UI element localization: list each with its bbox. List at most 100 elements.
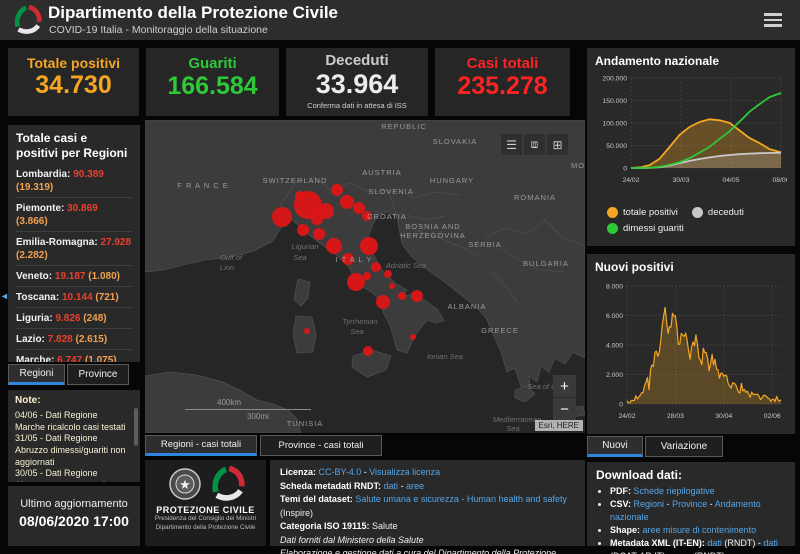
legend-dot-icon	[692, 207, 703, 218]
last-update-label: Ultimo aggiornamento	[8, 498, 140, 510]
nuovi-positivi-chart[interactable]: 02.0004.0006.0008.00024/0228/0330/0402/0…	[595, 276, 787, 426]
download-dati-panel: Download dati: PDF: Schede riepilogative…	[587, 462, 795, 546]
tab-label: Province	[79, 369, 118, 380]
link[interactable]: Salute umana e sicurezza - Human health …	[355, 494, 567, 504]
svg-text:4.000: 4.000	[606, 343, 623, 350]
collapse-panel-icon[interactable]: ◄	[0, 291, 9, 301]
zoom-in-button[interactable]: +	[553, 375, 576, 398]
region-row[interactable]: Emilia-Romagna: 27.928 (2.282)	[16, 231, 132, 265]
protezione-civile-emblem-icon	[209, 466, 245, 502]
region-row[interactable]: Lazio: 7.828 (2.615)	[16, 328, 132, 349]
svg-text:F R A N C E: F R A N C E	[177, 181, 228, 190]
download-list: PDF: Schede riepilogativeCSV: Regioni - …	[596, 485, 786, 554]
link[interactable]: Province	[672, 499, 707, 509]
region-row[interactable]: Piemonte: 30.869 (3.866)	[16, 197, 132, 231]
tab-variazione[interactable]: Variazione	[645, 436, 723, 457]
region-row[interactable]: Veneto: 19.187 (1.080)	[16, 265, 132, 286]
zoom-out-button[interactable]: −	[553, 398, 576, 420]
legend-icon[interactable]: ☰	[501, 134, 522, 155]
tab-nuovi[interactable]: Nuovi	[587, 436, 643, 457]
svg-text:AUSTRIA: AUSTRIA	[362, 168, 402, 177]
link[interactable]: CC-BY-4.0	[319, 467, 362, 477]
note-line: 30/05 - Dati Regione Abruzzo non pervenu…	[15, 468, 130, 482]
chart-title: Andamento nazionale	[595, 54, 787, 68]
link[interactable]: dati	[763, 538, 778, 548]
license-line: Elaborazione e gestione dati a cura del …	[280, 547, 575, 554]
license-lines: Licenza: CC-BY-4.0 - Visualizza licenza S…	[280, 466, 575, 554]
legend-item[interactable]: dimessi guariti	[607, 223, 684, 234]
svg-text:BULGARIA: BULGARIA	[523, 259, 569, 268]
regions-totals-panel: Totale casi e positivi per Regioni Lomba…	[8, 125, 140, 362]
last-update-value: 08/06/2020 17:00	[8, 513, 140, 529]
svg-text:★: ★	[179, 477, 191, 492]
svg-text:Adriatic Sea: Adriatic Sea	[385, 261, 426, 270]
tab-province[interactable]: Province	[67, 364, 129, 385]
link[interactable]: dati	[707, 538, 722, 548]
download-item: CSV: Regioni - Province - Andamento nazi…	[610, 498, 786, 524]
svg-text:08/06: 08/06	[772, 177, 787, 184]
svg-text:6.000: 6.000	[606, 313, 623, 320]
presidenza-emblem-icon: ★	[167, 466, 203, 502]
page-subtitle: COVID-19 Italia - Monitoraggio della sit…	[49, 24, 268, 36]
notes-list: 04/06 - Dati Regione Marche ricalcolo ca…	[15, 410, 130, 482]
note-line: 04/06 - Dati Regione Marche ricalcolo ca…	[15, 410, 130, 433]
region-row[interactable]: Liguria: 9.826 (248)	[16, 307, 132, 328]
last-update-panel: Ultimo aggiornamento 08/06/2020 17:00	[8, 486, 140, 546]
tab-label: Variazione	[661, 441, 708, 452]
license-panel: Licenza: CC-BY-4.0 - Visualizza licenza S…	[270, 460, 585, 546]
license-line: Licenza: CC-BY-4.0 - Visualizza licenza	[280, 466, 575, 480]
svg-text:200.000: 200.000	[602, 76, 627, 83]
andamento-chart[interactable]: 050.000100.000150.000200.00024/0230/0304…	[595, 70, 787, 198]
notes-title: Note:	[15, 395, 130, 406]
layers-icon[interactable]: ⧈	[524, 134, 545, 155]
dashboard: Dipartimento della Protezione Civile COV…	[0, 0, 800, 554]
map-tab-regioni-casi-totali[interactable]: Regioni - casi totali	[145, 435, 257, 456]
map-attribution: Esri, HERE	[535, 420, 583, 431]
legend-item[interactable]: deceduti	[692, 207, 744, 218]
legend-dot-icon	[607, 223, 618, 234]
download-item: PDF: Schede riepilogative	[610, 485, 786, 498]
link[interactable]: aree	[406, 481, 424, 491]
svg-text:SERBIA: SERBIA	[468, 240, 502, 249]
map-tab-province-casi-totali[interactable]: Province - casi totali	[260, 435, 382, 456]
link[interactable]: dati	[384, 481, 399, 491]
svg-text:24/02: 24/02	[618, 413, 635, 420]
link[interactable]: Schede riepilogative	[634, 486, 715, 496]
link[interactable]: aree misure di contenimento	[643, 525, 757, 535]
stat-card-totale-positivi: Totale positivi 34.730	[8, 48, 139, 116]
stat-label: Totale positivi	[8, 55, 139, 71]
legend-dot-icon	[607, 207, 618, 218]
chart-title: Nuovi positivi	[595, 260, 787, 274]
region-row[interactable]: Lombardia: 90.389 (19.319)	[16, 164, 132, 197]
region-row[interactable]: Toscana: 10.144 (721)	[16, 286, 132, 307]
app-header: Dipartimento della Protezione Civile COV…	[0, 0, 800, 40]
tab-label: Regioni	[20, 368, 54, 379]
tab-label: Province - casi totali	[278, 440, 363, 451]
stat-value: 166.584	[146, 72, 279, 101]
menu-icon[interactable]	[764, 13, 782, 30]
map-canvas[interactable]: REPUBLICSLOVAKIAMOAUSTRIAHUNGARYSLOVENIA…	[145, 120, 585, 433]
svg-text:04/05: 04/05	[722, 177, 739, 184]
stat-value: 34.730	[8, 71, 139, 100]
svg-text:SWITZERLAND: SWITZERLAND	[263, 176, 328, 185]
link[interactable]: Regioni	[634, 499, 665, 509]
page-title: Dipartimento della Protezione Civile	[48, 3, 338, 23]
scrollbar[interactable]	[134, 408, 138, 446]
svg-text:SLOVAKIA: SLOVAKIA	[433, 137, 478, 146]
tab-regioni[interactable]: Regioni	[8, 364, 65, 385]
protezione-civile-logo-icon	[12, 5, 42, 35]
map[interactable]: REPUBLICSLOVAKIAMOAUSTRIAHUNGARYSLOVENIA…	[145, 120, 585, 433]
regions-panel-title: Totale casi e positivi per Regioni	[16, 131, 132, 161]
org-subtitle-2: Dipartimento della Protezione Civile	[145, 524, 266, 533]
download-item: Shape: aree misure di contenimento	[610, 524, 786, 537]
legend-item[interactable]: totale positivi	[607, 207, 678, 218]
notes-panel: Note: 04/06 - Dati Regione Marche ricalc…	[8, 390, 140, 482]
stat-value: 235.278	[435, 72, 570, 101]
svg-text:BOSNIA AND: BOSNIA AND	[405, 222, 460, 231]
link[interactable]: Visualizza licenza	[369, 467, 440, 477]
region-row[interactable]: Marche: 6.747 (1.075)	[16, 349, 132, 362]
basemap-icon[interactable]: ⊞	[547, 134, 568, 155]
svg-text:GREECE: GREECE	[481, 326, 519, 335]
svg-text:30/03: 30/03	[672, 177, 689, 184]
svg-text:Gulf of: Gulf of	[220, 253, 243, 262]
